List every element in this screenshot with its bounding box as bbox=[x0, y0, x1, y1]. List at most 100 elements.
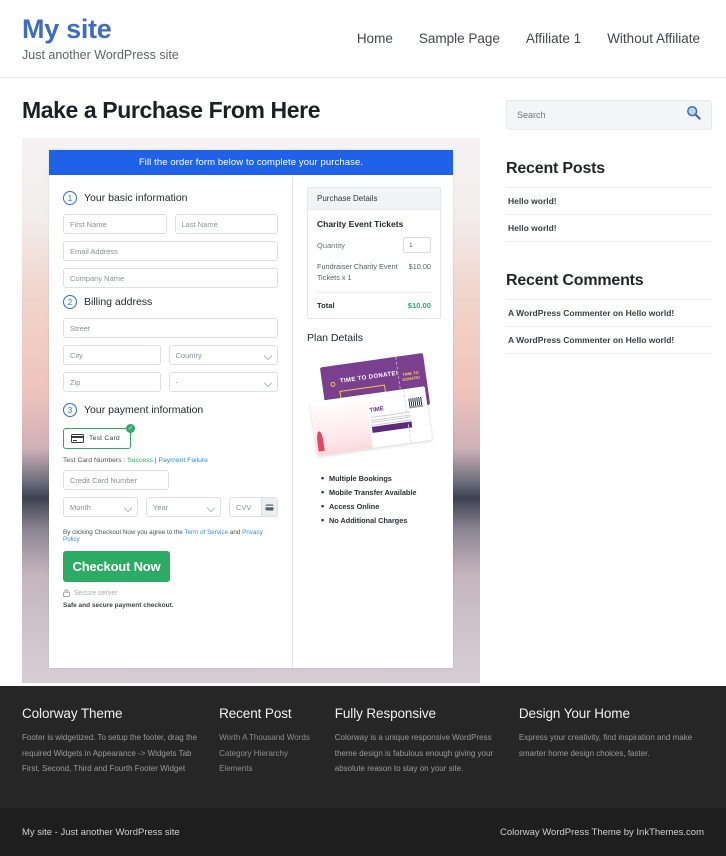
list-item[interactable]: Category Hierarchy bbox=[219, 746, 323, 762]
purchase-details-body: Charity Event Tickets Quantity 1 Fundrai… bbox=[308, 210, 440, 318]
quantity-input[interactable]: 1 bbox=[403, 237, 431, 253]
main-content: Make a Purchase From Here Fill the order… bbox=[0, 94, 500, 686]
page-title: Make a Purchase From Here bbox=[22, 97, 321, 123]
footer-widget-text: Footer is widgetized. To setup the foote… bbox=[22, 733, 198, 774]
ticket-dot-decor bbox=[330, 381, 336, 388]
recent-comment-link[interactable]: A WordPress Commenter on Hello world! bbox=[508, 335, 674, 345]
footer-widgets: Colorway Theme Footer is widgetized. To … bbox=[0, 686, 726, 808]
list-item[interactable]: Hello world! bbox=[506, 214, 712, 242]
search-widget bbox=[506, 100, 712, 130]
first-name-input[interactable]: First Name bbox=[63, 214, 167, 234]
step-2-number: 2 bbox=[63, 295, 77, 309]
footer-widget-recent-post: Recent Post Worth A Thousand Words Categ… bbox=[219, 706, 323, 786]
state-select[interactable]: - bbox=[168, 372, 278, 392]
magnifier-icon[interactable] bbox=[686, 105, 701, 125]
terms-of-service-link[interactable]: Term of Service bbox=[184, 529, 228, 536]
site-branding[interactable]: My site Just another WordPress site bbox=[22, 14, 179, 62]
line-item-row: Fundraiser Charity Event Tickets x 1 $10… bbox=[317, 262, 431, 294]
terms-prefix: By clicking Checkout Now you agree to th… bbox=[63, 529, 185, 536]
charity-event-ticket-image: TIME TO DONATE! TIME TO DONATE! TIME bbox=[307, 353, 441, 456]
order-form-banner: Fill the order form below to complete yo… bbox=[49, 150, 453, 175]
terms-notice: By clicking Checkout Now you agree to th… bbox=[63, 529, 278, 543]
last-name-input[interactable]: Last Name bbox=[174, 214, 278, 234]
footer-theme-credit[interactable]: Colorway WordPress Theme by InkThemes.co… bbox=[500, 827, 704, 838]
expiry-month-select[interactable]: Month bbox=[63, 497, 138, 517]
lock-icon bbox=[63, 589, 70, 597]
footer-widget-title: Fully Responsive bbox=[334, 706, 436, 721]
test-card-label: Test Card bbox=[89, 435, 120, 442]
product-title: Charity Event Tickets bbox=[317, 219, 404, 229]
step-1-label: Your basic information bbox=[84, 192, 188, 204]
list-item: No Additional Charges bbox=[321, 515, 441, 525]
city-input[interactable]: City bbox=[63, 345, 161, 365]
total-label: Total bbox=[317, 301, 335, 311]
footer-widget-text: Colorway is a unique responsive WordPres… bbox=[334, 733, 494, 774]
test-card-option[interactable]: Test Card ✓ bbox=[63, 424, 135, 449]
list-item[interactable]: Elements bbox=[219, 761, 323, 777]
footer-bottom-bar: My site - Just another WordPress site Co… bbox=[0, 808, 726, 856]
check-icon: ✓ bbox=[125, 424, 135, 433]
list-item[interactable]: Hello world! bbox=[506, 187, 712, 214]
total-value: $10.00 bbox=[407, 301, 431, 311]
email-input[interactable]: Email Address bbox=[63, 241, 278, 261]
list-item: Access Online bbox=[321, 501, 441, 511]
nav-item-affiliate-1[interactable]: Affiliate 1 bbox=[526, 31, 581, 46]
recent-comment-link[interactable]: A WordPress Commenter on Hello world! bbox=[508, 308, 674, 318]
page-wrapper: Make a Purchase From Here Fill the order… bbox=[0, 78, 726, 686]
country-select[interactable]: Country bbox=[168, 345, 278, 365]
zip-input[interactable]: Zip bbox=[63, 372, 161, 392]
checkout-now-button[interactable]: Checkout Now bbox=[63, 551, 170, 582]
street-input[interactable]: Street bbox=[63, 318, 278, 338]
company-input[interactable]: Company Name bbox=[63, 268, 278, 288]
site-header: My site Just another WordPress site Home… bbox=[0, 0, 726, 78]
recent-comments-list: A WordPress Commenter on Hello world! A … bbox=[506, 299, 712, 354]
secure-server-row: Secure server bbox=[63, 589, 278, 597]
sidebar: Recent Posts Hello world! Hello world! R… bbox=[500, 94, 726, 686]
recent-comments-title: Recent Comments bbox=[506, 272, 644, 289]
cvv-card-icon bbox=[261, 498, 277, 516]
list-item[interactable]: A WordPress Commenter on Hello world! bbox=[506, 326, 712, 354]
line-item-amount: $10.00 bbox=[408, 262, 431, 271]
step-1-header: 1 Your basic information bbox=[63, 191, 278, 205]
credit-card-number-input[interactable]: Credit Card Number bbox=[63, 470, 169, 490]
card-expiry-row: Month Year CVV bbox=[63, 497, 278, 524]
step-3-label: Your payment information bbox=[84, 404, 204, 416]
ticket-headline: TIME TO DONATE! bbox=[339, 370, 399, 385]
footer-recent-post-list: Worth A Thousand Words Category Hierarch… bbox=[219, 730, 323, 777]
total-row: Total $10.00 bbox=[317, 293, 431, 310]
nav-item-home[interactable]: Home bbox=[357, 31, 393, 46]
recent-posts-title: Recent Posts bbox=[506, 160, 605, 177]
site-title[interactable]: My site bbox=[22, 14, 179, 45]
search-input[interactable] bbox=[517, 110, 686, 120]
recent-post-link[interactable]: Hello world! bbox=[508, 196, 557, 206]
test-card-note-prefix: Test Card Numbers : bbox=[63, 457, 128, 464]
order-form-body: 1 Your basic information First Name Last… bbox=[49, 175, 453, 668]
order-form-card: Fill the order form below to complete yo… bbox=[49, 150, 453, 668]
plan-details-title: Plan Details bbox=[307, 332, 364, 345]
order-form-left-column: 1 Your basic information First Name Last… bbox=[49, 175, 292, 668]
test-card-failure-link[interactable]: Payment Failure bbox=[158, 457, 208, 464]
secure-server-label: Secure server bbox=[74, 589, 118, 597]
list-item: Multiple Bookings bbox=[321, 473, 441, 483]
expiry-year-select[interactable]: Year bbox=[146, 497, 221, 517]
terms-and: and bbox=[228, 529, 243, 536]
step-3-number: 3 bbox=[63, 403, 77, 417]
footer-widget-text: Express your creativity, find inspiratio… bbox=[518, 733, 693, 758]
list-item[interactable]: Worth A Thousand Words bbox=[219, 730, 323, 746]
footer-widget-colorway-theme: Colorway Theme Footer is widgetized. To … bbox=[22, 706, 207, 786]
nav-item-without-affiliate[interactable]: Without Affiliate bbox=[607, 31, 700, 46]
safe-checkout-note: Safe and secure payment checkout. bbox=[63, 602, 174, 609]
purchase-details-title: Purchase Details bbox=[308, 188, 440, 210]
cvv-wrapper: CVV bbox=[229, 497, 278, 524]
primary-navigation: Home Sample Page Affiliate 1 Without Aff… bbox=[357, 31, 704, 46]
list-item[interactable]: A WordPress Commenter on Hello world! bbox=[506, 299, 712, 326]
nav-item-sample-page[interactable]: Sample Page bbox=[419, 31, 500, 46]
credit-card-icon bbox=[71, 434, 84, 443]
city-country-row: City Country bbox=[63, 345, 278, 372]
recent-post-link[interactable]: Hello world! bbox=[508, 223, 557, 233]
footer-widget-title: Design Your Home bbox=[518, 706, 630, 721]
footer-widget-title: Recent Post bbox=[219, 706, 292, 721]
quantity-row: Quantity 1 bbox=[317, 237, 431, 253]
test-card-success-link[interactable]: Success bbox=[127, 457, 153, 464]
footer-widget-title: Colorway Theme bbox=[22, 706, 123, 721]
